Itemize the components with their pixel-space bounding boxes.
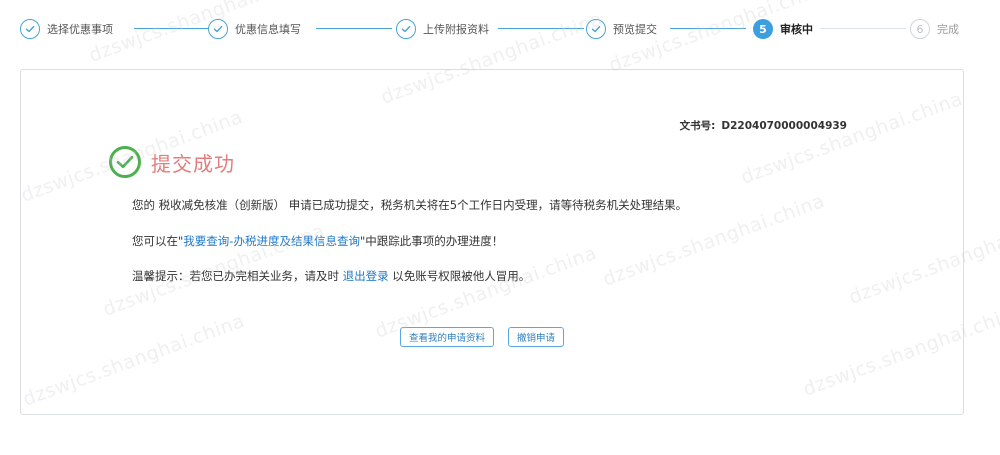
step-number: 5: [753, 19, 773, 39]
logout-link[interactable]: 退出登录: [343, 269, 389, 283]
result-card: 文书号: D2204070000004939 提交成功 您的 税收减免核准（创新版…: [20, 69, 964, 415]
step-label: 完成: [937, 23, 959, 36]
document-number: 文书号: D2204070000004939: [680, 118, 847, 133]
success-title: 提交成功: [151, 151, 235, 176]
document-number-label: 文书号:: [679, 120, 716, 132]
view-application-button[interactable]: 查看我的申请资料: [400, 327, 495, 347]
revoke-application-button[interactable]: 撤销申请: [508, 327, 565, 347]
step-connector: [498, 28, 584, 29]
step-1: 选择优惠事项: [20, 16, 113, 42]
step-check-icon: [396, 19, 416, 39]
check-circle-icon: [109, 146, 141, 178]
logout-tip: 温馨提示：若您已办完相关业务，请及时 退出登录 以免账号权限被他人冒用。: [132, 268, 530, 284]
step-6: 6 完成: [910, 16, 959, 42]
query-progress-link[interactable]: 我要查询-办税进度及结果信息查询: [183, 234, 360, 248]
submission-message: 您的 税收减免核准（创新版） 申请已成功提交，税务机关将在5个工作日内受理，请等…: [132, 197, 687, 213]
message-text: 以免账号权限被他人冒用。: [388, 269, 531, 283]
step-connector: [134, 28, 208, 29]
step-5: 5 审核中: [753, 16, 813, 42]
step-label: 审核中: [780, 23, 813, 36]
step-label: 上传附报资料: [423, 23, 489, 36]
progress-stepper: 选择优惠事项 优惠信息填写 上传附报资料 预览提交 5 审核中 6 完成: [20, 16, 980, 42]
step-number: 6: [910, 19, 930, 39]
step-3: 上传附报资料: [396, 16, 489, 42]
step-check-icon: [586, 19, 606, 39]
step-4: 预览提交: [586, 16, 657, 42]
step-check-icon: [208, 19, 228, 39]
step-check-icon: [20, 19, 40, 39]
step-connector: [820, 28, 906, 29]
matter-name: 税收减免核准（创新版）: [158, 198, 286, 212]
step-label: 优惠信息填写: [235, 23, 301, 36]
document-number-value: D2204070000004939: [721, 120, 847, 132]
step-connector: [670, 28, 746, 29]
message-text: "中跟踪此事项的办理进度！: [359, 234, 504, 248]
message-text: 您可以在": [132, 234, 184, 248]
action-buttons: 查看我的申请资料 撤销申请: [400, 327, 565, 347]
message-text: 申请已成功提交，税务机关将在5个工作日内受理，请等待税务机关处理结果。: [285, 198, 688, 212]
step-label: 预览提交: [613, 23, 657, 36]
step-connector: [316, 28, 392, 29]
message-text: 您的: [132, 198, 159, 212]
step-2: 优惠信息填写: [208, 16, 301, 42]
tracking-message: 您可以在"我要查询-办税进度及结果信息查询"中跟踪此事项的办理进度！: [132, 233, 503, 249]
success-header: 提交成功: [109, 146, 235, 178]
step-label: 选择优惠事项: [47, 23, 113, 36]
message-text: 温馨提示：若您已办完相关业务，请及时: [132, 269, 343, 283]
